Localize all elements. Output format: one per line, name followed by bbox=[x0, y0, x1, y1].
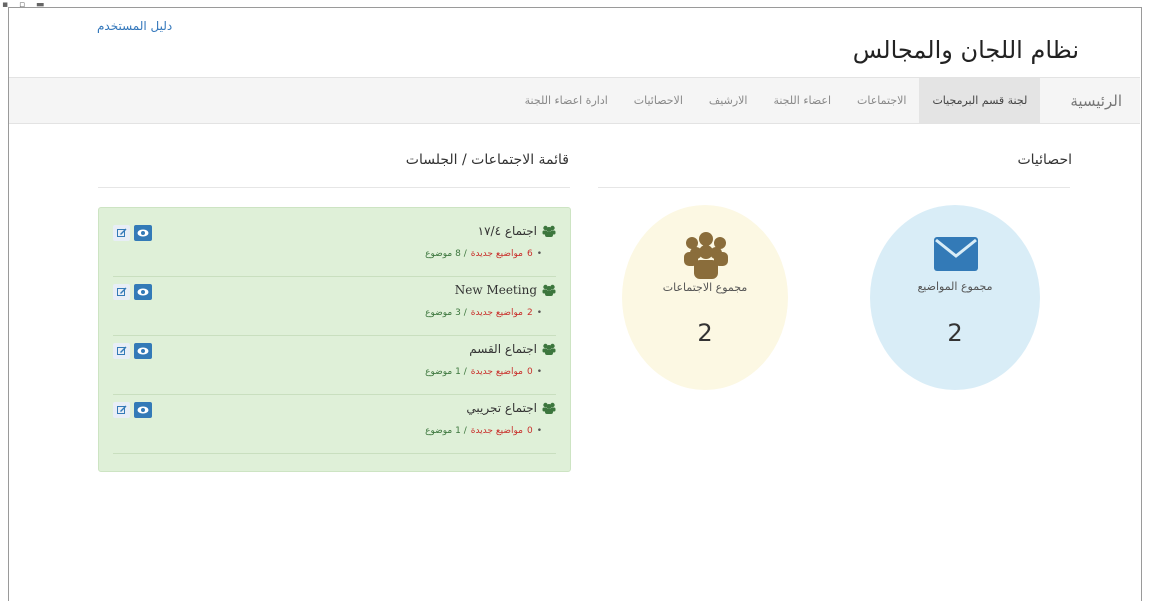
eye-icon bbox=[137, 229, 149, 237]
meeting-title[interactable]: اجتماع القسم bbox=[469, 342, 537, 356]
users-icon bbox=[684, 232, 728, 279]
meetings-stat-label: مجموع الاجتماعات bbox=[662, 281, 748, 294]
new-topics-text: مواضيع جديدة bbox=[470, 367, 523, 377]
nav-item-archive[interactable]: الارشيف bbox=[696, 78, 761, 123]
view-meeting-button[interactable] bbox=[134, 225, 152, 241]
meeting-topics-summary: • 6 مواضيع جديدة / 8 موضوع bbox=[425, 249, 542, 259]
edit-meeting-button[interactable] bbox=[113, 284, 130, 300]
meetings-list-title: قائمة الاجتماعات / الجلسات bbox=[405, 152, 569, 168]
meetings-stat-value: 2 bbox=[697, 319, 713, 347]
topics-stat-label: مجموع المواضيع bbox=[917, 280, 993, 293]
nav-item-meetings[interactable]: الاجتماعات bbox=[844, 78, 919, 123]
meeting-topics-summary: • 2 مواضيع جديدة / 3 موضوع bbox=[425, 308, 542, 318]
eye-icon bbox=[137, 406, 149, 414]
topics-stat-card: مجموع المواضيع 2 bbox=[870, 205, 1040, 390]
total-topics-text: / 8 موضوع bbox=[425, 249, 467, 259]
meeting-title[interactable]: New Meeting bbox=[455, 283, 537, 297]
users-icon bbox=[542, 284, 556, 296]
user-guide-link[interactable]: دليل المستخدم bbox=[97, 19, 172, 33]
meeting-row: اجتماع القسم • 0 مواضيع جديدة / 1 موضوع bbox=[113, 336, 556, 395]
total-topics-text: / 1 موضوع bbox=[425, 426, 467, 436]
edit-meeting-button[interactable] bbox=[113, 225, 130, 241]
main-navbar: الرئيسية لجنة قسم البرمجيات الاجتماعات ا… bbox=[9, 77, 1140, 124]
meeting-row: اجتماع تجريبي • 0 مواضيع جديدة / 1 موضوع bbox=[113, 395, 556, 454]
nav-item-manage-members[interactable]: ادارة اعضاء اللجنة bbox=[512, 78, 621, 123]
meeting-title[interactable]: اجتماع ١٧/٤ bbox=[478, 224, 537, 238]
nav-home[interactable]: الرئيسية bbox=[1040, 78, 1128, 123]
view-meeting-button[interactable] bbox=[134, 284, 152, 300]
nav-item-committee-members[interactable]: اعضاء اللجنة bbox=[760, 78, 844, 123]
new-topics-text: مواضيع جديدة bbox=[470, 249, 523, 259]
meetings-panel: اجتماع ١٧/٤ • 6 مواضيع جديدة / 8 موضوع N… bbox=[98, 207, 571, 472]
envelope-icon bbox=[934, 237, 978, 271]
edit-icon bbox=[116, 228, 126, 237]
new-topics-count: 6 bbox=[526, 249, 533, 259]
new-topics-text: مواضيع جديدة bbox=[470, 426, 523, 436]
total-topics-text: / 3 موضوع bbox=[425, 308, 467, 318]
site-title: نظام اللجان والمجالس bbox=[852, 36, 1079, 64]
meeting-title[interactable]: اجتماع تجريبي bbox=[466, 401, 537, 415]
stats-title: احصائيات bbox=[1017, 152, 1072, 168]
meeting-row: New Meeting • 2 مواضيع جديدة / 3 موضوع bbox=[113, 277, 556, 336]
edit-meeting-button[interactable] bbox=[113, 343, 130, 359]
view-meeting-button[interactable] bbox=[134, 343, 152, 359]
edit-meeting-button[interactable] bbox=[113, 402, 130, 418]
meeting-topics-summary: • 0 مواضيع جديدة / 1 موضوع bbox=[425, 367, 542, 377]
users-icon bbox=[542, 225, 556, 237]
topics-stat-value: 2 bbox=[947, 319, 963, 347]
meeting-topics-summary: • 0 مواضيع جديدة / 1 موضوع bbox=[425, 426, 542, 436]
total-topics-text: / 1 موضوع bbox=[425, 367, 467, 377]
eye-icon bbox=[137, 288, 149, 296]
users-icon bbox=[542, 402, 556, 414]
view-meeting-button[interactable] bbox=[134, 402, 152, 418]
nav-item-software-committee[interactable]: لجنة قسم البرمجيات bbox=[919, 78, 1041, 123]
edit-icon bbox=[116, 346, 126, 355]
meeting-row: اجتماع ١٧/٤ • 6 مواضيع جديدة / 8 موضوع bbox=[113, 218, 556, 277]
window-chrome: ▪ ▫ ▬ bbox=[0, 0, 1152, 10]
stats-divider bbox=[598, 187, 1070, 188]
eye-icon bbox=[137, 347, 149, 355]
new-topics-count: 0 bbox=[526, 426, 533, 436]
new-topics-count: 2 bbox=[526, 308, 533, 318]
nav-item-statistics[interactable]: الاحصائيات bbox=[621, 78, 696, 123]
users-icon bbox=[542, 343, 556, 355]
new-topics-count: 0 bbox=[526, 367, 533, 377]
meetings-stat-card: مجموع الاجتماعات 2 bbox=[622, 205, 788, 390]
edit-icon bbox=[116, 405, 126, 414]
edit-icon bbox=[116, 287, 126, 296]
new-topics-text: مواضيع جديدة bbox=[470, 308, 523, 318]
meetings-divider bbox=[98, 187, 570, 188]
